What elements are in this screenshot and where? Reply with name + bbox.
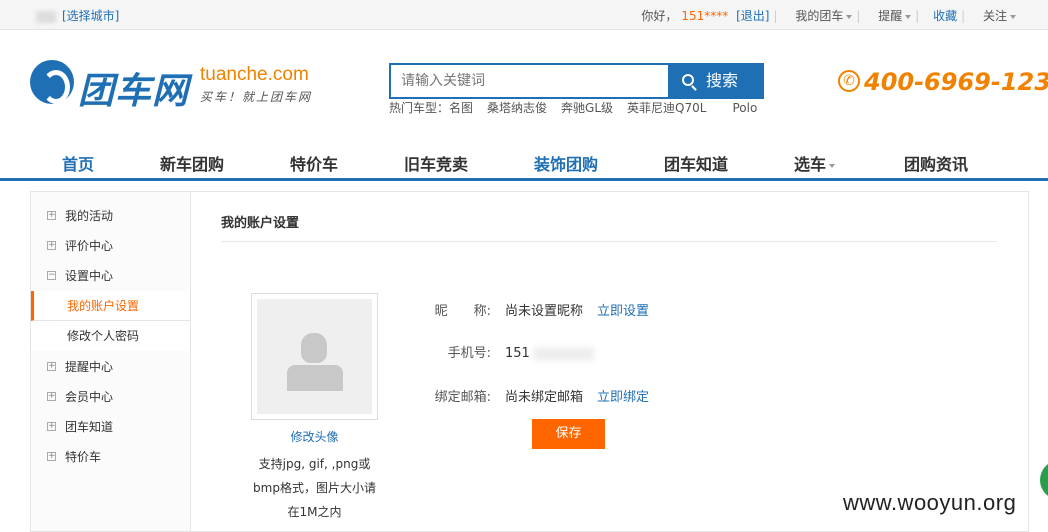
account-settings-panel: 我的账户设置 修改头像 支持jpg, gif, ,png或 bmp格式，图片大小…	[191, 191, 1029, 532]
watermark: www.wooyun.org	[843, 490, 1017, 515]
chevron-down-icon	[846, 14, 853, 19]
nav-special-car[interactable]: 特价车	[290, 151, 338, 175]
nav-home[interactable]: 首页	[62, 151, 94, 175]
email-label: 绑定邮箱:	[434, 390, 491, 405]
nav-know[interactable]: 团车知道	[664, 151, 728, 175]
hot-model-link[interactable]: 奔驰GL级	[561, 101, 613, 115]
favorites-link[interactable]: 收藏	[933, 9, 957, 23]
phone-icon: ✆	[838, 70, 860, 92]
remind-menu[interactable]: 提醒	[874, 9, 912, 23]
expand-icon: +	[47, 361, 56, 371]
sidebar-item-reviews[interactable]: + 评价中心	[31, 231, 190, 261]
side-widget[interactable]	[1040, 460, 1048, 500]
sidebar-item-activities[interactable]: + 我的活动	[31, 201, 190, 231]
logo-text-cn: 团车网	[78, 71, 190, 112]
select-city-link[interactable]: [选择城市]	[62, 9, 119, 23]
nav-choose-car[interactable]: 选车	[794, 151, 836, 175]
avatar	[251, 293, 378, 420]
search-button[interactable]: 搜索	[668, 65, 762, 97]
follow-menu[interactable]: 关注	[979, 9, 1016, 23]
email-row: 绑定邮箱: 尚未绑定邮箱 立即绑定	[431, 386, 649, 405]
top-bar: [选择城市] 你好， 151**** [退出] | 我的团车 | 提醒 | 收藏 | 关注	[0, 0, 1048, 30]
page-title: 我的账户设置	[221, 216, 300, 231]
hot-models: 热门车型：名图 桑塔纳志俊 奔驰GL级 英菲尼迪Q70L Polo	[389, 99, 771, 116]
default-avatar-icon	[257, 299, 372, 414]
hotline-number: 400-6969-123	[864, 68, 1048, 96]
chevron-down-icon	[1010, 14, 1016, 19]
divider	[221, 241, 997, 242]
sidebar-sub-account-settings[interactable]: 我的账户设置	[31, 291, 190, 321]
phone-row: 手机号: 151	[431, 342, 594, 361]
nickname-value: 尚未设置昵称	[505, 304, 584, 319]
logout-link[interactable]: [退出]	[736, 9, 769, 23]
city-selector[interactable]: [选择城市]	[36, 7, 119, 24]
nickname-label: 昵 称:	[434, 304, 491, 319]
sidebar-item-know[interactable]: + 团车知道	[31, 412, 190, 442]
sidebar-item-settings[interactable]: − 设置中心	[31, 261, 190, 291]
greeting-text: 你好，	[641, 9, 678, 23]
chevron-down-icon	[829, 163, 836, 168]
user-links: 你好， 151**** [退出] | 我的团车 | 提醒 | 收藏 | 关注	[637, 7, 1016, 24]
avatar-tip: 支持jpg, gif, ,png或 bmp格式，图片大小请 在1M之内	[253, 457, 376, 519]
nav-decoration[interactable]: 装饰团购	[534, 151, 598, 175]
my-tuanche-menu[interactable]: 我的团车	[791, 9, 853, 23]
sidebar: + 我的活动 + 评价中心 − 设置中心 我的账户设置 修改个人密码 + 提醒中心 + 会…	[30, 191, 191, 532]
nav-used-car[interactable]: 旧车竞卖	[404, 151, 468, 175]
phone-value: 151	[505, 346, 530, 361]
hot-model-link[interactable]: Polo	[732, 101, 757, 115]
sidebar-item-membership[interactable]: + 会员中心	[31, 382, 190, 412]
sidebar-sub-change-password[interactable]: 修改个人密码	[31, 321, 190, 351]
logo-icon	[30, 60, 74, 104]
search-box: 搜索	[389, 63, 764, 99]
search-input[interactable]	[391, 65, 670, 97]
change-avatar-link[interactable]: 修改头像	[251, 428, 378, 445]
hot-model-link[interactable]: 名图	[449, 101, 473, 115]
chevron-down-icon	[905, 14, 912, 19]
nickname-row: 昵 称: 尚未设置昵称 立即设置	[431, 300, 649, 319]
logo-text-en: tuanche.com	[200, 64, 309, 85]
hotline: ✆ 400-6969-123	[838, 68, 1048, 96]
phone-blurred	[533, 346, 594, 361]
email-value: 尚未绑定邮箱	[505, 390, 584, 405]
nav-new-car[interactable]: 新车团购	[160, 151, 224, 175]
hot-model-link[interactable]: 桑塔纳志俊	[487, 101, 547, 115]
nav-news[interactable]: 团购资讯	[904, 151, 968, 175]
expand-icon: +	[47, 391, 56, 401]
phone-label: 手机号:	[447, 346, 491, 361]
expand-icon: +	[47, 210, 56, 220]
logo-slogan: 买车！就上团车网	[200, 90, 313, 104]
set-nickname-link[interactable]: 立即设置	[597, 304, 649, 319]
sidebar-item-reminders[interactable]: + 提醒中心	[31, 352, 190, 382]
save-button[interactable]: 保存	[532, 419, 605, 449]
search-icon	[682, 74, 694, 86]
username[interactable]: 151****	[681, 9, 728, 23]
city-name-blurred	[36, 10, 56, 23]
sidebar-item-special-car[interactable]: + 特价车	[31, 442, 190, 472]
bind-email-link[interactable]: 立即绑定	[597, 390, 649, 405]
collapse-icon: −	[47, 270, 56, 280]
expand-icon: +	[47, 451, 56, 461]
expand-icon: +	[47, 421, 56, 431]
main-nav: 首页 新车团购 特价车 旧车竞卖 装饰团购 团车知道 选车 团购资讯	[0, 143, 1048, 181]
hot-models-label: 热门车型：	[389, 101, 450, 115]
hot-model-link[interactable]: 英菲尼迪Q70L	[627, 101, 706, 115]
expand-icon: +	[47, 240, 56, 250]
